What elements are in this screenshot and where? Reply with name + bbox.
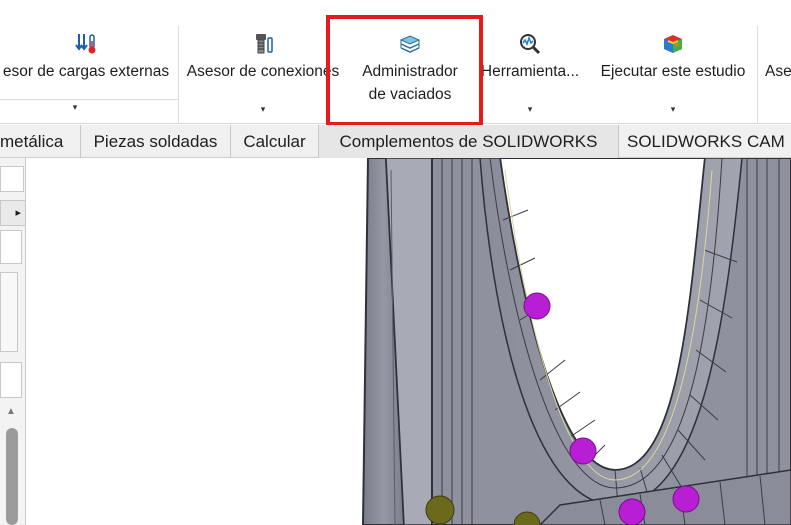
tab-weldments[interactable]: Piezas soldadas [81,125,231,158]
tab-solidworks-addins[interactable]: Complementos de SOLIDWORKS [319,125,619,158]
graphics-viewport[interactable] [27,158,791,525]
model-3d-view [361,158,791,525]
advisor-partial-label: Ase [765,63,791,80]
advisor-button-partial[interactable]: Ase [762,26,791,124]
marker-point[interactable] [672,485,700,513]
chevron-down-icon[interactable]: ▾ [528,104,533,115]
external-loads-label: esor de cargas externas [2,63,170,80]
tab-sheet-metal[interactable]: metálica [0,125,81,158]
chevron-down-icon: ▾ [72,102,78,112]
tools-label: Herramienta... [480,63,580,80]
marker-point[interactable] [425,495,455,525]
marker-point[interactable] [523,292,551,320]
marker-point[interactable] [569,437,597,465]
panel-field[interactable] [0,362,22,398]
connections-advisor-label: Asesor de conexiones [186,63,340,80]
marker-point[interactable] [618,498,646,525]
connections-advisor-button[interactable]: Asesor de conexiones ▾ [180,26,346,124]
panel-field[interactable] [0,230,22,264]
run-study-icon [664,35,682,53]
tab-solidworks-cam[interactable]: SOLIDWORKS CAM [619,125,791,158]
scrollbar-thumb[interactable] [6,428,18,525]
divider [757,26,758,124]
command-manager-tabs: metálica Piezas soldadas Calcular Comple… [0,125,791,158]
connections-icon [256,34,273,54]
external-loads-dropdown[interactable]: ▾ [0,100,150,124]
tools-icon [520,34,541,55]
tab-evaluate[interactable]: Calcular [231,125,319,158]
divider [178,26,179,124]
scroll-up-icon[interactable]: ▲ [6,406,16,417]
vertical-scrollbar[interactable]: ▲ [4,406,20,525]
run-study-label: Ejecutar este estudio [600,63,746,80]
panel-list [0,272,18,352]
chevron-down-icon[interactable]: ▾ [671,104,676,115]
run-study-button[interactable]: Ejecutar este estudio ▾ [590,26,756,124]
highlight-annotation [326,15,483,126]
chevron-down-icon[interactable]: ▾ [261,104,266,115]
expand-arrow-button[interactable]: ▸ [0,200,26,226]
panel-tab[interactable] [0,166,24,192]
tools-button[interactable]: Herramienta... ▾ [478,26,582,124]
external-loads-icon [75,34,96,54]
